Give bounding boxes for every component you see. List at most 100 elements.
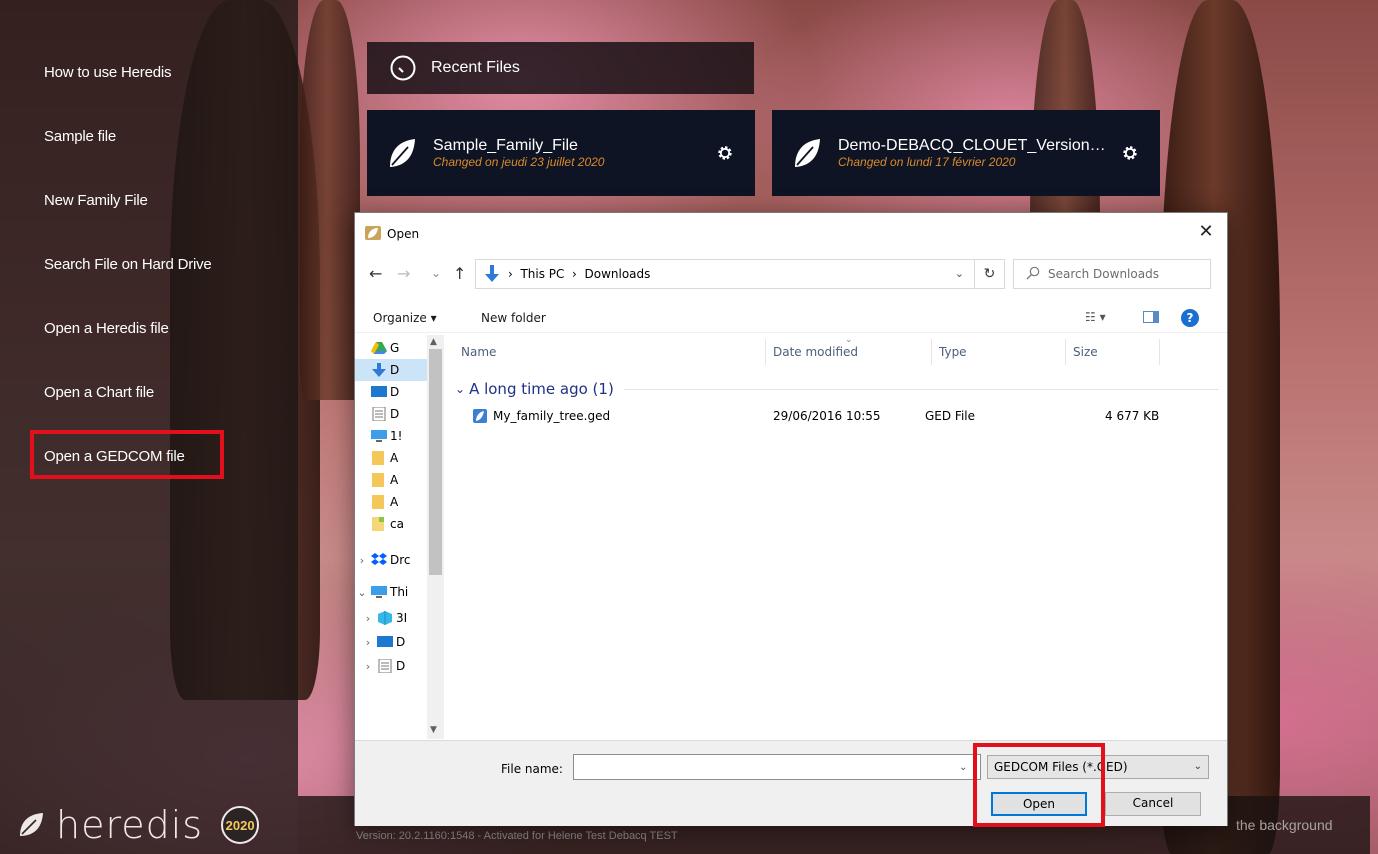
file-name: My_family_tree.ged (493, 409, 611, 423)
downloads-icon (485, 265, 499, 282)
start-sidebar: How to use Heredis Sample file New Famil… (0, 0, 298, 854)
search-placeholder: Search Downloads (1048, 267, 1159, 281)
chevron-down-icon[interactable]: ⌄ (959, 762, 967, 773)
highlight-box (973, 743, 1105, 827)
scroll-up-icon[interactable]: ▲ (430, 337, 437, 347)
column-header-type[interactable]: Type (939, 345, 967, 359)
sidebar-item-new-family-file[interactable]: New Family File (44, 192, 148, 209)
search-icon (1026, 266, 1040, 280)
file-group-header[interactable]: ⌄ A long time ago (1) (455, 379, 1219, 399)
column-header-name[interactable]: Name (461, 345, 496, 359)
tree-item[interactable]: A (355, 491, 431, 513)
breadcrumb-this-pc[interactable]: This PC (520, 267, 564, 281)
tree-item[interactable]: › D (355, 631, 431, 653)
recent-file-name: Sample_Family_File (433, 137, 578, 154)
recent-file-name: Demo-DEBACQ_CLOUET_Version_2... (838, 137, 1114, 154)
tree-item[interactable]: A (355, 469, 431, 491)
recent-file-card[interactable]: Sample_Family_File Changed on jeudi 23 j… (367, 110, 755, 196)
sidebar-item-search-file[interactable]: Search File on Hard Drive (44, 256, 212, 273)
change-view-button[interactable]: ☷ ▾ (1085, 310, 1106, 324)
organize-button[interactable]: Organize ▾ (373, 311, 437, 325)
file-name-label: File name: (501, 762, 563, 776)
tree-item[interactable]: ca (355, 513, 431, 535)
chevron-down-icon: ⌄ (455, 382, 466, 396)
scrollbar-thumb[interactable] (429, 349, 442, 575)
tree-item[interactable]: D (355, 381, 431, 403)
up-arrow-icon[interactable]: ↑ (453, 264, 466, 283)
forward-arrow-icon[interactable]: → (397, 264, 410, 283)
group-label: A long time ago (1) (469, 380, 614, 398)
logo-text: heredis (56, 803, 204, 847)
chevron-down-icon[interactable]: ⌄ (955, 267, 964, 280)
dialog-toolbar: Organize ▾ New folder ☷ ▾ ? (355, 301, 1227, 333)
heredis-logo: heredis 2020 (0, 796, 298, 854)
recent-file-card[interactable]: Demo-DEBACQ_CLOUET_Version_2... Changed … (772, 110, 1160, 196)
desktop-icon (377, 636, 393, 647)
tree-item-this-pc[interactable]: ⌄ Thi (355, 581, 431, 603)
breadcrumb: › This PC › Downloads (508, 267, 650, 281)
refresh-icon[interactable]: ↻ (975, 259, 1005, 289)
dialog-title: Open (387, 227, 420, 241)
cancel-button[interactable]: Cancel (1105, 792, 1201, 816)
file-name-input[interactable] (573, 754, 981, 780)
column-header-size[interactable]: Size (1073, 345, 1098, 359)
column-divider[interactable] (1065, 339, 1066, 365)
dropbox-icon (371, 553, 387, 565)
clock-icon (390, 55, 416, 81)
desktop-icon (371, 386, 387, 397)
tree-item[interactable]: › D (355, 655, 431, 677)
leaf-icon (795, 139, 820, 167)
heredis-app-icon (365, 226, 381, 240)
navigation-scrollbar[interactable]: ▲ ▼ (427, 335, 444, 739)
column-header-date[interactable]: Date modified (773, 345, 858, 359)
tree-item[interactable]: › 3I (355, 607, 431, 629)
tree-trunk (300, 0, 360, 400)
tree-item[interactable]: A (355, 447, 431, 469)
google-drive-icon (371, 342, 387, 354)
leaf-icon (390, 139, 415, 167)
ged-file-icon (473, 409, 487, 423)
sidebar-item-open-heredis[interactable]: Open a Heredis file (44, 320, 169, 337)
chevron-down-icon: ⌄ (1193, 761, 1202, 772)
recent-locations-icon[interactable]: ⌄ (431, 266, 441, 280)
recent-file-date: Changed on lundi 17 février 2020 (838, 155, 1016, 169)
sidebar-item-how-to-use[interactable]: How to use Heredis (44, 64, 171, 81)
sidebar-item-sample-file[interactable]: Sample file (44, 128, 116, 145)
back-arrow-icon[interactable]: ← (369, 264, 382, 283)
help-icon[interactable]: ? (1181, 309, 1199, 327)
sidebar-item-open-chart[interactable]: Open a Chart file (44, 384, 154, 401)
tree-item[interactable]: G (355, 337, 431, 359)
column-divider[interactable] (765, 339, 766, 365)
file-date: 29/06/2016 10:55 (773, 409, 881, 423)
folder-icon (372, 495, 384, 509)
close-icon[interactable]: ✕ (1195, 221, 1217, 242)
preview-pane-icon[interactable] (1143, 311, 1159, 323)
version-badge: 2020 (221, 806, 260, 844)
downloads-icon (372, 363, 386, 377)
tree-item-downloads[interactable]: D (355, 359, 431, 381)
column-divider[interactable] (931, 339, 932, 365)
file-type: GED File (925, 409, 976, 423)
gear-icon[interactable] (717, 145, 733, 161)
folder-icon (372, 517, 384, 531)
file-row[interactable]: My_family_tree.ged 29/06/2016 10:55 GED … (451, 405, 1221, 427)
tree-item[interactable]: D (355, 403, 431, 425)
search-input[interactable]: Search Downloads (1013, 259, 1211, 289)
breadcrumb-downloads[interactable]: Downloads (585, 267, 651, 281)
leaf-icon (20, 813, 43, 836)
gear-icon[interactable] (1122, 145, 1138, 161)
address-bar[interactable]: › This PC › Downloads ⌄ (475, 259, 975, 289)
column-divider[interactable] (1159, 339, 1160, 365)
breadcrumb-sep: › (572, 267, 577, 281)
tree-item[interactable]: 1! (355, 425, 431, 447)
new-folder-button[interactable]: New folder (481, 311, 546, 325)
change-background-link[interactable]: the background (1236, 817, 1333, 833)
breadcrumb-sep: › (508, 267, 513, 281)
dialog-titlebar[interactable]: Open ✕ (355, 213, 1227, 253)
scroll-down-icon[interactable]: ▼ (430, 725, 437, 735)
folder-icon (372, 451, 384, 465)
recent-file-date: Changed on jeudi 23 juillet 2020 (433, 155, 605, 169)
tree-item-dropbox[interactable]: › Drc (355, 549, 431, 571)
sidebar-item-open-gedcom[interactable]: Open a GEDCOM file (30, 430, 224, 479)
3d-objects-icon (378, 611, 392, 625)
